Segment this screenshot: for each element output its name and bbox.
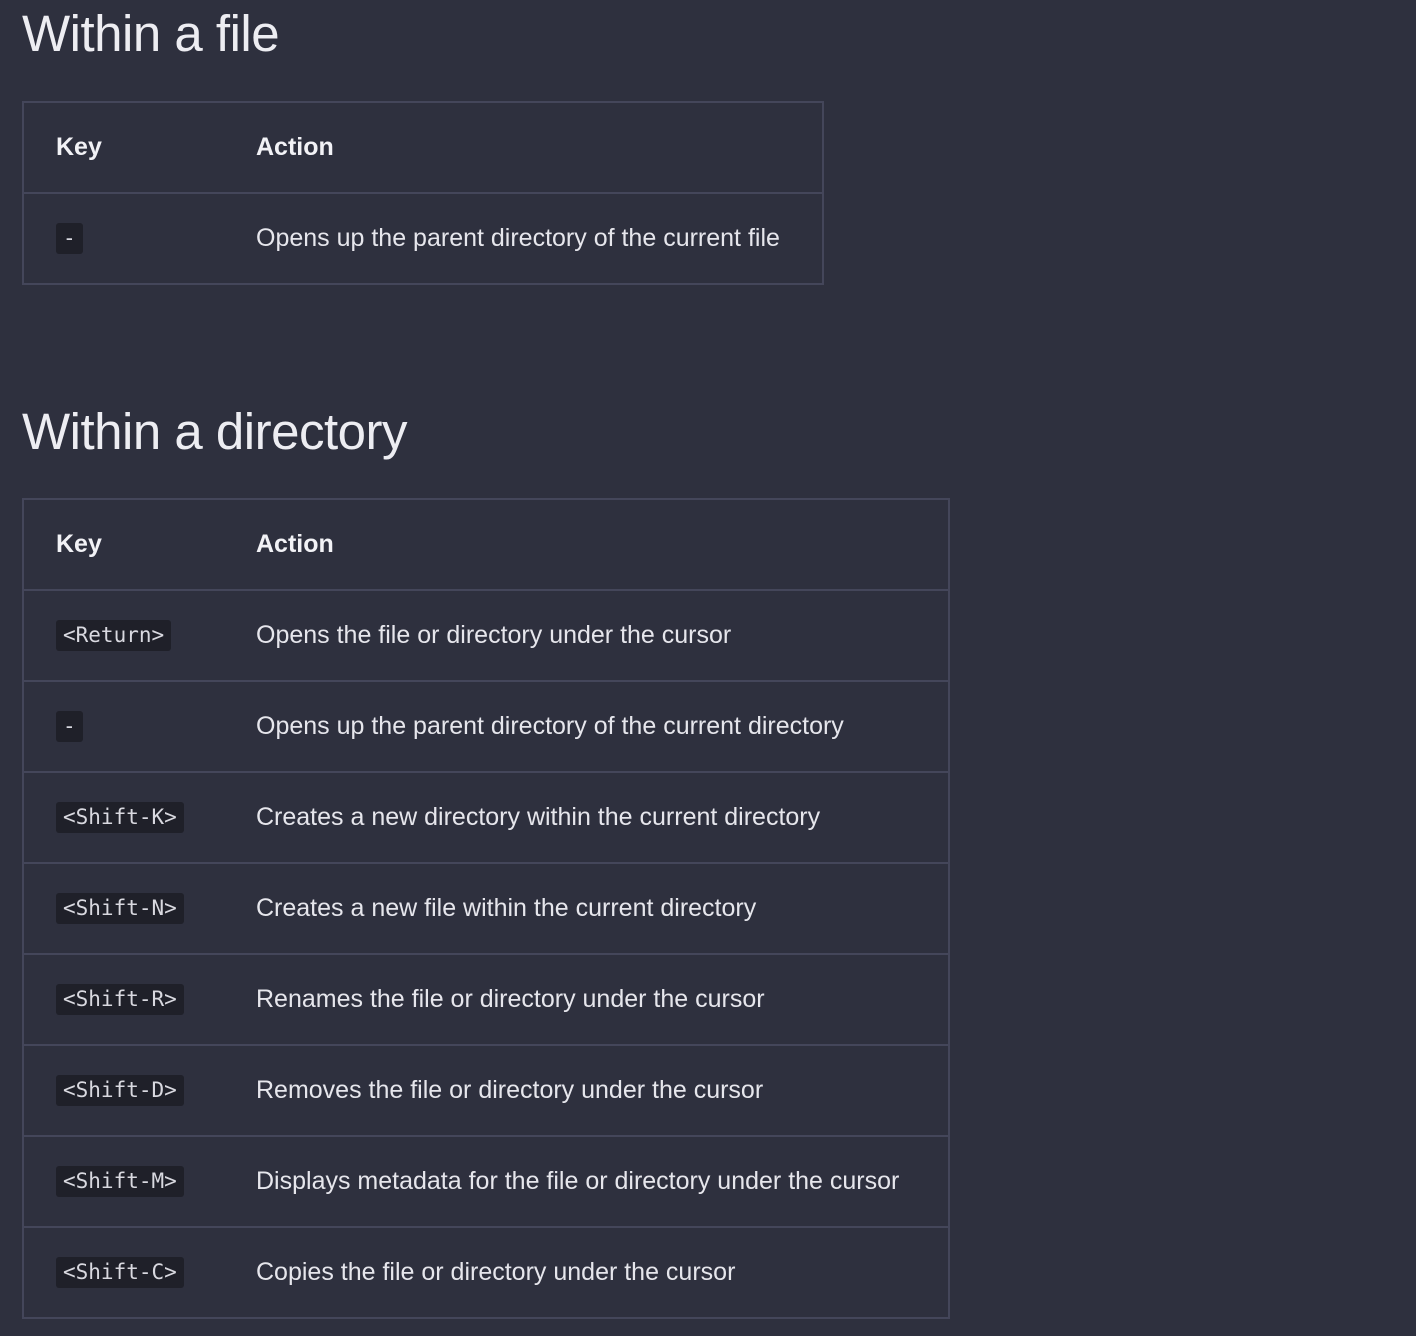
key-code: <Shift-N> — [56, 893, 184, 924]
keybindings-table: Key Action - Opens up the parent directo… — [22, 101, 824, 285]
key-cell: <Shift-N> — [23, 863, 256, 955]
key-code: <Shift-D> — [56, 1075, 184, 1106]
action-cell: Opens up the parent directory of the cur… — [256, 224, 780, 252]
table-row: <Shift-M> Displays metadata for the file… — [23, 1136, 949, 1228]
action-cell: Opens the file or directory under the cu… — [256, 590, 949, 682]
table-row: <Return> Opens the file or directory und… — [23, 590, 949, 682]
key-cell: <Shift-M> — [23, 1136, 256, 1228]
column-header-key: Key — [23, 102, 256, 194]
action-cell: Opens up the parent directory of the cur… — [256, 681, 949, 773]
key-code: - — [56, 711, 83, 742]
section-within-a-directory: Within a directory Key Action <Return> O… — [22, 403, 950, 1319]
key-code: - — [56, 223, 83, 254]
table-row: <Shift-D> Removes the file or directory … — [23, 1045, 949, 1137]
column-header-action: Action — [256, 102, 823, 194]
table-row: - Opens up the parent directory of the c… — [23, 193, 823, 284]
section-title: Within a file — [22, 5, 280, 62]
action-cell: Creates a new directory within the curre… — [256, 772, 949, 864]
action-cell: Renames the file or directory under the … — [256, 954, 949, 1046]
action-cell: Creates a new file within the current di… — [256, 863, 949, 955]
table-row: <Shift-N> Creates a new file within the … — [23, 863, 949, 955]
keybindings-table: Key Action <Return> Opens the file or di… — [22, 498, 950, 1319]
key-cell: <Shift-D> — [23, 1045, 256, 1137]
key-code: <Shift-K> — [56, 802, 184, 833]
action-cell: Copies the file or directory under the c… — [256, 1258, 736, 1286]
key-cell: - — [23, 193, 256, 284]
table-header-row: Key Action — [23, 102, 823, 194]
key-code: <Shift-C> — [56, 1257, 184, 1288]
key-code: <Shift-M> — [56, 1166, 184, 1197]
column-header-key: Key — [23, 499, 256, 591]
action-cell: Removes the file or directory under the … — [256, 1045, 949, 1137]
table-row: - Opens up the parent directory of the c… — [23, 681, 949, 773]
key-cell: <Return> — [23, 590, 256, 682]
key-cell: <Shift-C> — [23, 1227, 256, 1318]
key-cell: - — [23, 681, 256, 773]
action-cell: Displays metadata for the file or direct… — [256, 1136, 949, 1228]
table-row: <Shift-C> Copies the file or directory u… — [23, 1227, 949, 1318]
key-cell: <Shift-K> — [23, 772, 256, 864]
table-header-row: Key Action — [23, 499, 949, 591]
key-code: <Return> — [56, 620, 172, 651]
table-row: <Shift-R> Renames the file or directory … — [23, 954, 949, 1046]
key-cell: <Shift-R> — [23, 954, 256, 1046]
section-within-a-file: Within a file Key Action - Opens up the … — [22, 5, 824, 285]
section-title: Within a directory — [22, 403, 407, 460]
key-code: <Shift-R> — [56, 984, 184, 1015]
table-row: <Shift-K> Creates a new directory within… — [23, 772, 949, 864]
column-header-action: Action — [256, 499, 949, 591]
